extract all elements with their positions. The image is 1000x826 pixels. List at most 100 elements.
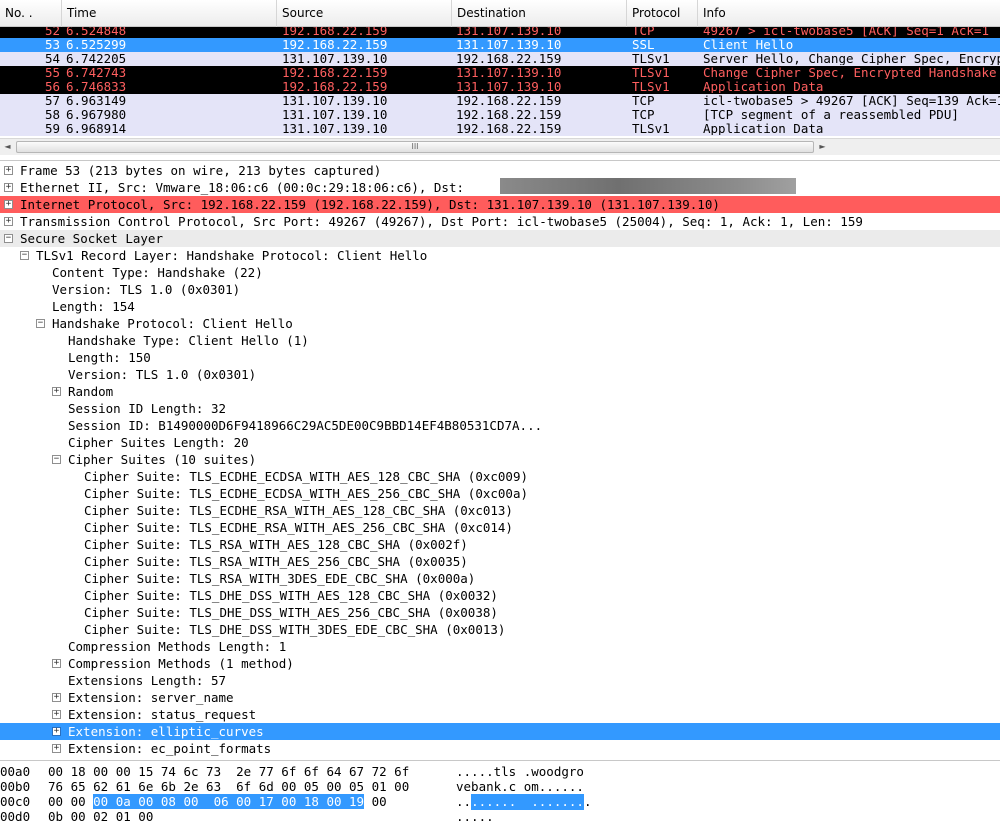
- collapse-icon[interactable]: −: [4, 234, 13, 243]
- expand-icon[interactable]: +: [4, 166, 13, 175]
- tree-node-label: Extension: status_request: [68, 707, 257, 722]
- packet-row[interactable]: 55 6.742743 192.168.22.159 131.107.139.10 TL…: [0, 66, 1000, 80]
- scroll-right-arrow-icon[interactable]: ►: [816, 141, 829, 153]
- expand-icon[interactable]: +: [52, 659, 61, 668]
- hex-ascii-highlight: ...... .......: [471, 794, 584, 810]
- hex-bytes-plain: 00 18 00 00 15 74 6c 73 2e 77 6f 6f 64 6…: [48, 764, 410, 779]
- tree-node-label: Session ID Length: 32: [68, 401, 227, 416]
- tree-node-label: Content Type: Handshake (22): [52, 265, 263, 280]
- column-header-no[interactable]: No. .: [0, 0, 62, 27]
- packet-list-hscrollbar[interactable]: ◄ III ►: [0, 138, 1000, 155]
- packet-row[interactable]: 56 6.746833 192.168.22.159 131.107.139.10 TL…: [0, 80, 1000, 94]
- tree-node-label: Length: 150: [68, 350, 151, 365]
- tree-node-label: Internet Protocol, Src: 192.168.22.159 (…: [20, 197, 720, 212]
- tree-node[interactable]: Cipher Suite: TLS_RSA_WITH_3DES_EDE_CBC_…: [0, 570, 1000, 587]
- expand-icon[interactable]: +: [52, 744, 61, 753]
- packet-row[interactable]: 54 6.742205 131.107.139.10 192.168.22.159 TL…: [0, 52, 1000, 66]
- tree-node[interactable]: Cipher Suite: TLS_DHE_DSS_WITH_AES_128_C…: [0, 587, 1000, 604]
- tree-node[interactable]: Cipher Suite: TLS_ECDHE_ECDSA_WITH_AES_1…: [0, 468, 1000, 485]
- tree-node[interactable]: + Internet Protocol, Src: 192.168.22.159 …: [0, 196, 1000, 213]
- cell-destination: 192.168.22.159: [456, 52, 562, 65]
- tree-node[interactable]: Length: 154: [0, 298, 1000, 315]
- tree-node[interactable]: Handshake Type: Client Hello (1): [0, 332, 1000, 349]
- column-header-info[interactable]: Info: [698, 0, 1000, 27]
- hex-offset: 00c0: [0, 794, 31, 809]
- tree-node[interactable]: − Secure Socket Layer: [0, 230, 1000, 247]
- tree-node-label: Length: 154: [52, 299, 135, 314]
- tree-node[interactable]: + Extension: ec_point_formats: [0, 740, 1000, 757]
- hex-ascii: .....: [456, 809, 494, 824]
- tree-node[interactable]: Cipher Suites Length: 20: [0, 434, 1000, 451]
- tree-node-label: Ethernet II, Src: Vmware_18:06:c6 (00:0c…: [20, 180, 465, 195]
- hex-offset: 00b0: [0, 779, 31, 794]
- tree-node[interactable]: + Extension: server_name: [0, 689, 1000, 706]
- collapse-icon[interactable]: −: [52, 455, 61, 464]
- tree-node-label: Extension: ec_point_formats: [68, 741, 272, 756]
- expand-icon[interactable]: +: [52, 727, 61, 736]
- tree-node[interactable]: Cipher Suite: TLS_DHE_DSS_WITH_AES_256_C…: [0, 604, 1000, 621]
- collapse-icon[interactable]: −: [36, 319, 45, 328]
- tree-node[interactable]: Cipher Suite: TLS_DHE_DSS_WITH_3DES_EDE_…: [0, 621, 1000, 638]
- expand-icon[interactable]: +: [4, 217, 13, 226]
- expand-icon[interactable]: +: [52, 693, 61, 702]
- cell-source: 192.168.22.159: [282, 80, 388, 93]
- packet-row[interactable]: 57 6.963149 131.107.139.10 192.168.22.159 TC…: [0, 94, 1000, 108]
- tree-node[interactable]: Session ID Length: 32: [0, 400, 1000, 417]
- packet-details-pane[interactable]: + Frame 53 (213 bytes on wire, 213 bytes …: [0, 160, 1000, 760]
- hex-bytes-plain: 00 00: [48, 794, 94, 809]
- packet-bytes-pane[interactable]: 00a0 00 18 00 00 15 74 6c 73 2e 77 6f 6f …: [0, 760, 1000, 826]
- tree-node[interactable]: + Compression Methods (1 method): [0, 655, 1000, 672]
- expand-icon[interactable]: +: [52, 387, 61, 396]
- cell-info: icl-twobase5 > 49267 [ACK] Seq=139 Ack=1…: [703, 94, 1000, 107]
- tree-node[interactable]: − TLSv1 Record Layer: Handshake Protocol:…: [0, 247, 1000, 264]
- packet-row[interactable]: 52 6.524848 192.168.22.159 131.107.139.10 TC…: [0, 27, 1000, 38]
- tree-node[interactable]: − Handshake Protocol: Client Hello: [0, 315, 1000, 332]
- tree-node[interactable]: + Random: [0, 383, 1000, 400]
- scroll-left-arrow-icon[interactable]: ◄: [1, 141, 14, 153]
- cell-no: 56: [44, 80, 60, 93]
- expand-icon[interactable]: +: [4, 200, 13, 209]
- column-header-destination[interactable]: Destination: [452, 0, 627, 27]
- tree-node[interactable]: + Frame 53 (213 bytes on wire, 213 bytes …: [0, 162, 1000, 179]
- tree-node[interactable]: + Transmission Control Protocol, Src Port…: [0, 213, 1000, 230]
- tree-node[interactable]: Version: TLS 1.0 (0x0301): [0, 281, 1000, 298]
- hex-row[interactable]: 00c0 00 00 00 0a 00 08 00 06 00 17 00 18 …: [0, 794, 1000, 810]
- hex-bytes: 76 65 62 61 6e 6b 2e 63 6f 6d 00 05 00 0…: [48, 779, 409, 794]
- column-header-protocol[interactable]: Protocol: [627, 0, 698, 27]
- packet-row[interactable]: 53 6.525299 192.168.22.159 131.107.139.10 SS…: [0, 38, 1000, 52]
- tree-node-label: Cipher Suite: TLS_RSA_WITH_AES_256_CBC_S…: [84, 554, 468, 569]
- tree-node[interactable]: Length: 150: [0, 349, 1000, 366]
- cell-info: Application Data: [703, 80, 824, 93]
- tree-node[interactable]: Compression Methods Length: 1: [0, 638, 1000, 655]
- column-header-label: No. .: [5, 6, 33, 20]
- tree-node[interactable]: − Cipher Suites (10 suites): [0, 451, 1000, 468]
- cell-destination: 131.107.139.10: [456, 80, 562, 93]
- tree-node[interactable]: Session ID: B1490000D6F9418966C29AC5DE00…: [0, 417, 1000, 434]
- packet-row[interactable]: 58 6.967980 131.107.139.10 192.168.22.159 TC…: [0, 108, 1000, 122]
- expand-icon[interactable]: +: [52, 710, 61, 719]
- packet-list-pane[interactable]: No. . Time Source Destination Protocol I…: [0, 0, 1000, 158]
- tree-node[interactable]: Cipher Suite: TLS_ECDHE_ECDSA_WITH_AES_2…: [0, 485, 1000, 502]
- cell-time: 6.524848: [66, 27, 127, 37]
- collapse-icon[interactable]: −: [20, 251, 29, 260]
- tree-node[interactable]: + Extension: elliptic_curves: [0, 723, 1000, 740]
- hex-row[interactable]: 00a0 00 18 00 00 15 74 6c 73 2e 77 6f 6f …: [0, 764, 1000, 779]
- expand-icon[interactable]: +: [4, 183, 13, 192]
- scrollbar-thumb[interactable]: III: [16, 141, 814, 153]
- tree-node[interactable]: Extensions Length: 57: [0, 672, 1000, 689]
- tree-node[interactable]: + Extension: status_request: [0, 706, 1000, 723]
- packet-row[interactable]: 59 6.968914 131.107.139.10 192.168.22.159 TL…: [0, 122, 1000, 136]
- tree-node[interactable]: Cipher Suite: TLS_RSA_WITH_AES_256_CBC_S…: [0, 553, 1000, 570]
- column-header-label: Info: [703, 6, 726, 20]
- tree-node-label: Cipher Suites (10 suites): [68, 452, 257, 467]
- column-header-source[interactable]: Source: [277, 0, 452, 27]
- tree-node[interactable]: Cipher Suite: TLS_RSA_WITH_AES_128_CBC_S…: [0, 536, 1000, 553]
- tree-node[interactable]: Version: TLS 1.0 (0x0301): [0, 366, 1000, 383]
- cell-time: 6.967980: [66, 108, 127, 121]
- hex-row[interactable]: 00b0 76 65 62 61 6e 6b 2e 63 6f 6d 00 05 …: [0, 779, 1000, 794]
- hex-row[interactable]: 00d0 0b 00 02 01 00.....: [0, 809, 1000, 824]
- tree-node[interactable]: Cipher Suite: TLS_ECDHE_RSA_WITH_AES_128…: [0, 502, 1000, 519]
- tree-node[interactable]: Cipher Suite: TLS_ECDHE_RSA_WITH_AES_256…: [0, 519, 1000, 536]
- tree-node[interactable]: Content Type: Handshake (22): [0, 264, 1000, 281]
- column-header-time[interactable]: Time: [62, 0, 277, 27]
